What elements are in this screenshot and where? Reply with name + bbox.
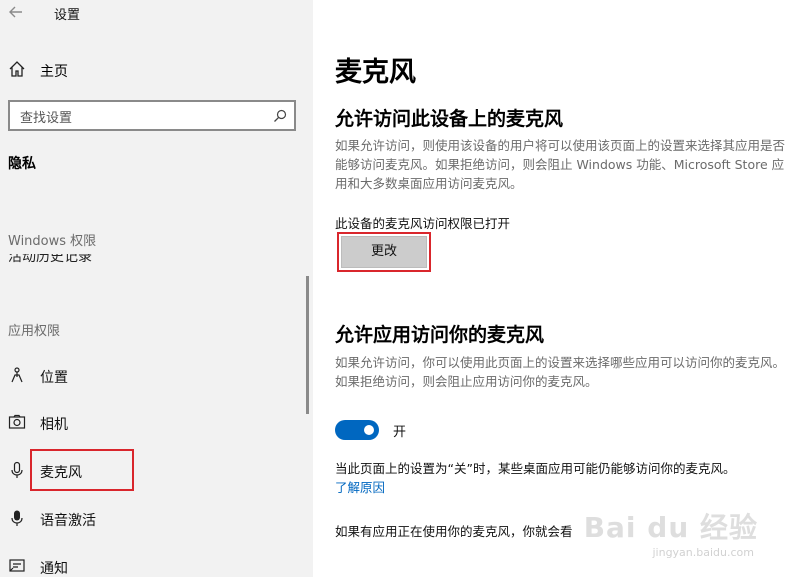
sidebar-item-label: 位置 — [40, 370, 68, 386]
camera-icon — [8, 413, 26, 431]
sidebar-item-location[interactable]: 位置 — [0, 356, 300, 396]
device-access-description: 如果允许访问，则使用该设备的用户将可以使用该页面上的设置来选择其应用是否能够访问… — [335, 138, 786, 191]
search-placeholder: 查找设置 — [20, 111, 73, 126]
group-label-windows: Windows 权限 — [8, 234, 97, 249]
sidebar-item-microphone[interactable]: 麦克风 — [0, 451, 300, 491]
app-access-heading: 允许应用访问你的麦克风 — [335, 324, 545, 346]
app-access-toggle[interactable] — [335, 420, 379, 440]
main-content: 麦克风 允许访问此设备上的麦克风 如果允许访问，则使用该设备的用户将可以使用该页… — [313, 0, 798, 577]
microphone-icon — [8, 461, 26, 479]
sidebar-item-label: 通知 — [40, 561, 68, 577]
sidebar-item-label: 麦克风 — [40, 465, 82, 481]
change-button[interactable]: 更改 — [341, 236, 427, 268]
sidebar-item-label: 语音激活 — [40, 513, 96, 529]
sidebar-item-label: 活动历史记录 — [8, 254, 92, 265]
back-arrow-icon[interactable] — [6, 2, 26, 22]
search-icon[interactable] — [272, 108, 288, 124]
search-input[interactable]: 查找设置 — [8, 100, 296, 131]
desktop-apps-note: 当此页面上的设置为“关”时，某些桌面应用可能仍能够访问你的麦克风。 — [335, 461, 736, 476]
in-use-text: 如果有应用正在使用你的麦克风，你就会看 — [335, 524, 573, 539]
group-label-apps: 应用权限 — [8, 324, 61, 339]
home-icon — [8, 60, 26, 78]
window-title: 设置 — [54, 8, 81, 23]
sidebar: 设置 主页 查找设置 隐私 Windows 权限 活动历史记录 应用权限 位置 … — [0, 0, 313, 577]
sidebar-scrollbar[interactable] — [306, 276, 309, 414]
app-access-description: 如果允许访问，你可以使用此页面上的设置来选择哪些应用可以访问你的麦克风。如果拒绝… — [335, 355, 786, 389]
page-title: 麦克风 — [335, 57, 416, 88]
toggle-state-label: 开 — [393, 425, 407, 440]
device-access-status: 此设备的麦克风访问权限已打开 — [335, 216, 511, 231]
section-heading-privacy: 隐私 — [8, 156, 36, 172]
sidebar-item-home[interactable]: 主页 — [0, 54, 313, 86]
voice-activation-icon — [8, 509, 26, 527]
notification-icon — [8, 557, 26, 575]
sidebar-item-label: 相机 — [40, 417, 68, 433]
sidebar-item-camera[interactable]: 相机 — [0, 403, 300, 443]
sidebar-item-voice-activation[interactable]: 语音激活 — [0, 499, 300, 539]
learn-why-link[interactable]: 了解原因 — [335, 477, 385, 496]
device-access-heading: 允许访问此设备上的麦克风 — [335, 108, 564, 130]
toggle-knob — [364, 425, 374, 435]
location-icon — [8, 366, 26, 384]
title-bar: 设置 — [0, 0, 313, 28]
home-label: 主页 — [40, 64, 68, 80]
sidebar-item-activity-history[interactable]: 活动历史记录 — [0, 254, 313, 268]
sidebar-item-notification[interactable]: 通知 — [0, 547, 300, 577]
baidu-watermark-logo: Bai du 经验 — [583, 511, 758, 544]
baidu-watermark-url: jingyan.baidu.com — [652, 546, 754, 559]
